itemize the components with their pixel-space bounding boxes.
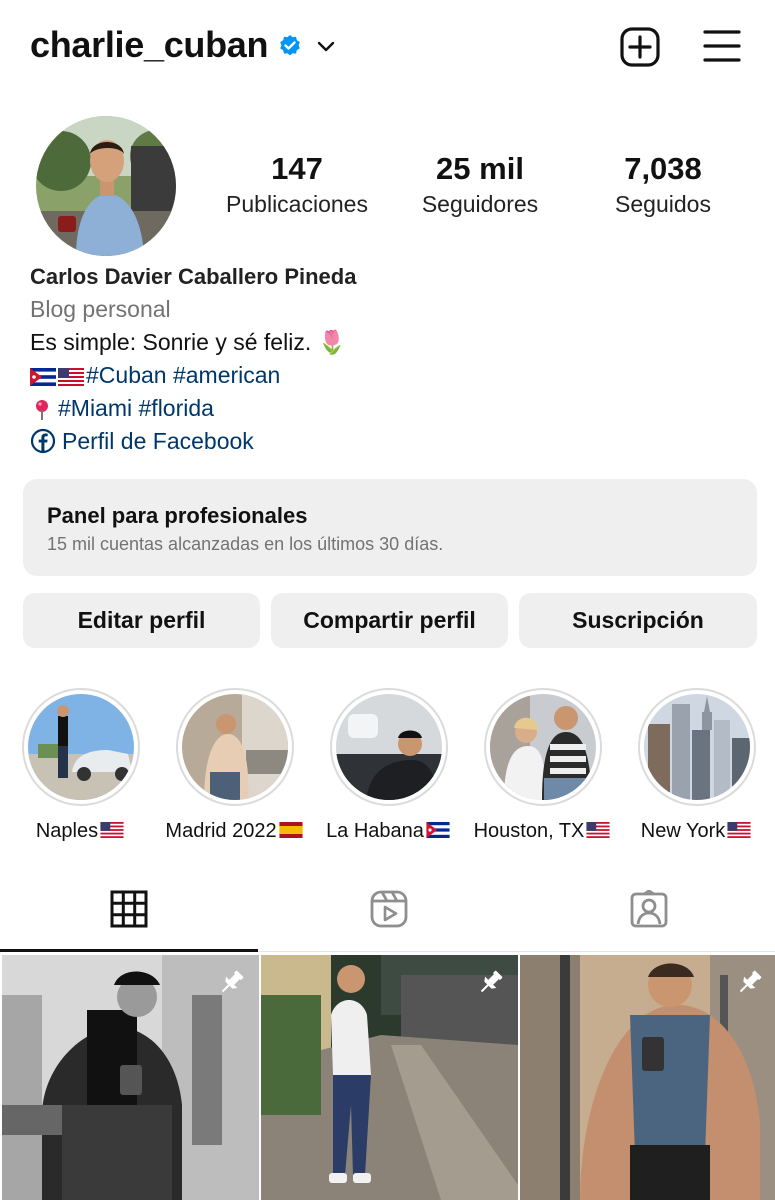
highlight-label-newyork: New York bbox=[622, 818, 772, 844]
usa-flag-icon bbox=[586, 822, 610, 838]
bio-hashtags-line: #Cuban #american bbox=[30, 359, 750, 392]
facebook-icon bbox=[30, 428, 56, 454]
profile-header: charlie_cuban bbox=[0, 0, 775, 96]
usa-flag-icon bbox=[58, 368, 84, 386]
post-thumbnail[interactable] bbox=[520, 955, 775, 1200]
highlight-ring bbox=[330, 688, 448, 806]
highlight-label-habana: La Habana bbox=[314, 818, 464, 844]
bio-location-line: #Miami #florida bbox=[30, 392, 750, 425]
highlight-label-naples: Naples bbox=[6, 818, 156, 844]
subscription-button[interactable]: Suscripción bbox=[519, 593, 757, 648]
reels-icon bbox=[370, 890, 408, 928]
highlight-label-houston: Houston, TX bbox=[468, 818, 618, 844]
followers-count-label: Seguidores bbox=[421, 191, 539, 217]
username[interactable]: charlie_cuban bbox=[30, 24, 269, 66]
following-count[interactable]: 7,038 Seguidos bbox=[573, 150, 753, 220]
edit-profile-button[interactable]: Editar perfil bbox=[23, 593, 260, 648]
share-profile-button[interactable]: Compartir perfil bbox=[271, 593, 508, 648]
verified-badge-icon bbox=[280, 35, 300, 56]
cuba-flag-icon bbox=[426, 822, 450, 838]
tagged-icon bbox=[630, 890, 668, 928]
highlight-naples[interactable]: Naples bbox=[6, 688, 156, 844]
highlight-label-text: La Habana bbox=[326, 820, 424, 842]
highlight-ring bbox=[638, 688, 756, 806]
highlight-new-york[interactable]: New York bbox=[622, 688, 772, 844]
bio: Carlos Davier Caballero Pineda Blog pers… bbox=[30, 260, 750, 458]
facebook-profile-link[interactable]: Perfil de Facebook bbox=[30, 425, 750, 458]
grid-icon bbox=[110, 890, 148, 928]
bio-text: Es simple: Sonrie y sé feliz. 🌷 bbox=[30, 329, 347, 355]
highlight-label-text: New York bbox=[640, 820, 726, 842]
highlight-ring bbox=[484, 688, 602, 806]
usa-flag-icon bbox=[727, 822, 751, 838]
pinned-icon bbox=[215, 967, 247, 999]
pinned-icon bbox=[733, 967, 765, 999]
hashtag-link[interactable]: #Cuban #american bbox=[86, 362, 280, 388]
professional-dashboard[interactable]: Panel para profesionales 15 mil cuentas … bbox=[23, 479, 757, 576]
avatar[interactable] bbox=[36, 116, 176, 256]
category-label: Blog personal bbox=[30, 296, 171, 322]
highlight-ring bbox=[176, 688, 294, 806]
location-hashtag-link[interactable]: #Miami #florida bbox=[58, 395, 214, 421]
tab-tagged[interactable] bbox=[520, 870, 775, 952]
highlight-label-text: Naples bbox=[35, 820, 99, 842]
tab-reels[interactable] bbox=[260, 870, 518, 952]
usa-flag-icon bbox=[100, 822, 124, 838]
posts-count-label: Publicaciones bbox=[226, 191, 368, 217]
menu-icon[interactable] bbox=[702, 27, 742, 65]
location-pin-icon bbox=[36, 400, 48, 420]
highlight-label-text: Madrid 2022 bbox=[165, 820, 277, 842]
facebook-link-label: Perfil de Facebook bbox=[62, 428, 254, 454]
highlight-la-habana[interactable]: La Habana bbox=[314, 688, 464, 844]
posts-grid bbox=[0, 955, 775, 1200]
tab-posts-grid[interactable] bbox=[0, 870, 258, 952]
highlight-label-madrid: Madrid 2022 bbox=[160, 818, 310, 844]
posts-count-value: 147 bbox=[271, 151, 323, 186]
post-thumbnail[interactable] bbox=[2, 955, 259, 1200]
highlight-houston-tx[interactable]: Houston, TX bbox=[468, 688, 618, 844]
dashboard-subtitle: 15 mil cuentas alcanzadas en los últimos… bbox=[47, 534, 444, 554]
followers-count[interactable]: 25 mil Seguidores bbox=[390, 150, 570, 220]
following-count-label: Seguidos bbox=[615, 191, 711, 217]
cuba-flag-icon bbox=[30, 368, 56, 386]
pinned-icon bbox=[474, 967, 506, 999]
full-name: Carlos Davier Caballero Pineda bbox=[30, 264, 357, 289]
followers-count-value: 25 mil bbox=[436, 151, 524, 186]
following-count-value: 7,038 bbox=[624, 151, 702, 186]
create-post-icon[interactable] bbox=[619, 26, 661, 68]
dashboard-title: Panel para profesionales bbox=[47, 503, 308, 528]
spain-flag-icon bbox=[279, 822, 303, 838]
highlight-label-text: Houston, TX bbox=[473, 820, 585, 842]
highlight-madrid-2022[interactable]: Madrid 2022 bbox=[160, 688, 310, 844]
profile-tabs bbox=[0, 870, 775, 952]
posts-count[interactable]: 147 Publicaciones bbox=[207, 150, 387, 220]
highlight-ring bbox=[22, 688, 140, 806]
chevron-down-icon[interactable] bbox=[315, 36, 337, 58]
post-thumbnail[interactable] bbox=[261, 955, 518, 1200]
